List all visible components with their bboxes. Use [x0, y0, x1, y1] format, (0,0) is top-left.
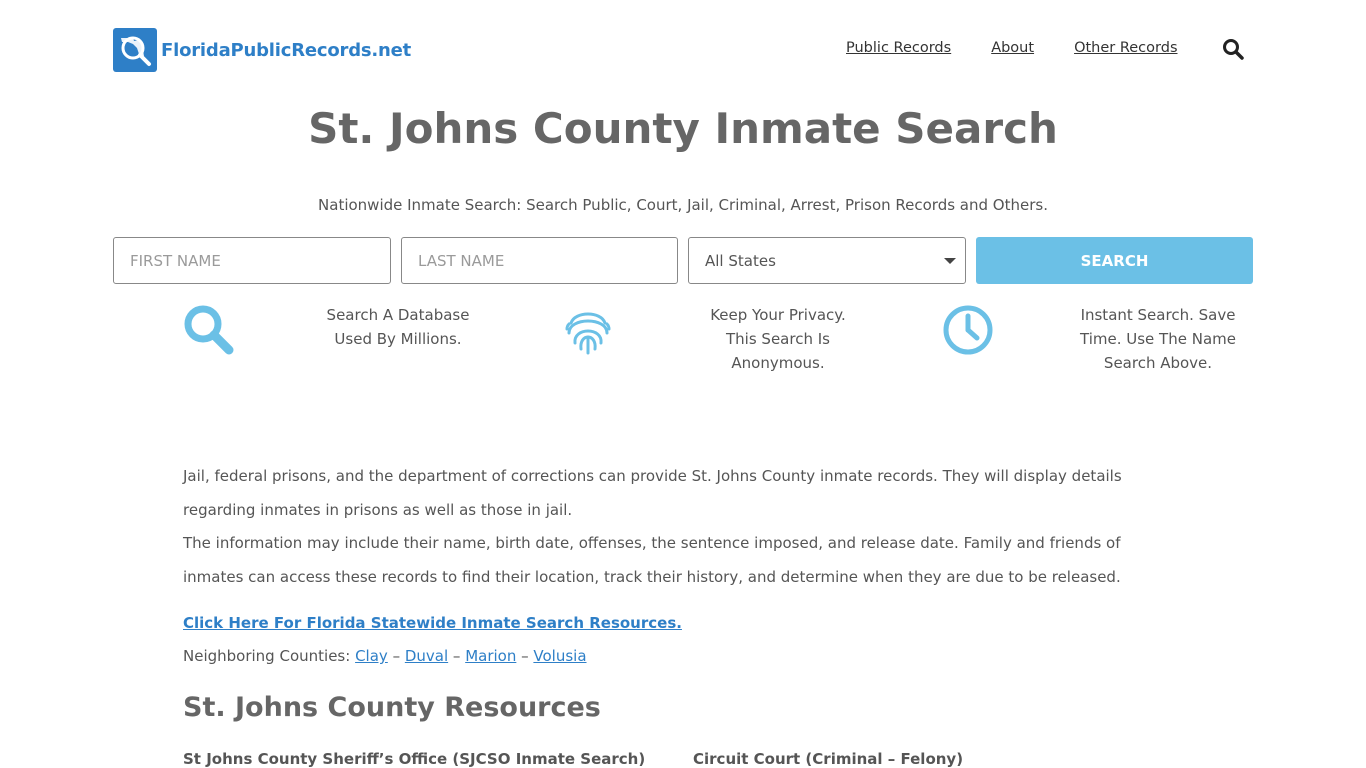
search-button[interactable]: SEARCH: [976, 237, 1253, 284]
state-select[interactable]: All States: [688, 237, 966, 284]
neighboring-counties: Neighboring Counties: Clay – Duval – Mar…: [183, 640, 1173, 673]
neighboring-counties-label: Neighboring Counties:: [183, 647, 351, 665]
site-header: FloridaPublicRecords.net Public Records …: [0, 0, 1366, 100]
resource-circuit-court: Circuit Court (Criminal – Felony): [693, 750, 964, 768]
nav-about[interactable]: About: [991, 40, 1034, 56]
county-link-clay[interactable]: Clay: [355, 647, 388, 665]
search-form: All States SEARCH: [113, 237, 1253, 284]
search-icon: [182, 303, 236, 361]
intro-paragraph-1: Jail, federal prisons, and the departmen…: [183, 467, 1122, 519]
resources-heading: St. Johns County Resources: [183, 692, 601, 723]
site-logo[interactable]: FloridaPublicRecords.net: [113, 28, 411, 72]
feature-instant-text: Instant Search. Save Time. Use The Name …: [1080, 306, 1236, 372]
county-link-volusia[interactable]: Volusia: [533, 647, 586, 665]
county-link-duval[interactable]: Duval: [405, 647, 448, 665]
nav-other-records[interactable]: Other Records: [1074, 40, 1177, 56]
fingerprint-icon: [561, 303, 615, 361]
logo-text: FloridaPublicRecords.net: [161, 39, 412, 61]
nav-public-records[interactable]: Public Records: [846, 40, 951, 56]
statewide-search-link[interactable]: Click Here For Florida Statewide Inmate …: [183, 607, 1173, 640]
page-subtitle: Nationwide Inmate Search: Search Public,…: [318, 196, 1048, 214]
clock-icon: [942, 304, 994, 360]
separator: –: [448, 647, 466, 665]
florida-magnifier-icon: [113, 28, 157, 72]
state-select-value: All States: [705, 251, 776, 270]
resource-sheriff-office: St Johns County Sheriff’s Office (SJCSO …: [183, 750, 646, 768]
search-icon[interactable]: [1222, 38, 1244, 60]
intro-paragraph-2: The information may include their name, …: [183, 534, 1121, 586]
county-link-marion[interactable]: Marion: [465, 647, 516, 665]
chevron-down-icon: [944, 258, 956, 264]
page-title: St. Johns County Inmate Search: [308, 104, 1058, 153]
main-content: Jail, federal prisons, and the departmen…: [183, 460, 1173, 673]
first-name-input[interactable]: [113, 237, 391, 284]
feature-privacy-text: Keep Your Privacy. This Search Is Anonym…: [710, 306, 846, 372]
separator: –: [387, 647, 405, 665]
separator: –: [516, 647, 534, 665]
last-name-input[interactable]: [401, 237, 678, 284]
main-nav: Public Records About Other Records: [846, 40, 1178, 56]
feature-database-text: Search A Database Used By Millions.: [326, 306, 470, 348]
